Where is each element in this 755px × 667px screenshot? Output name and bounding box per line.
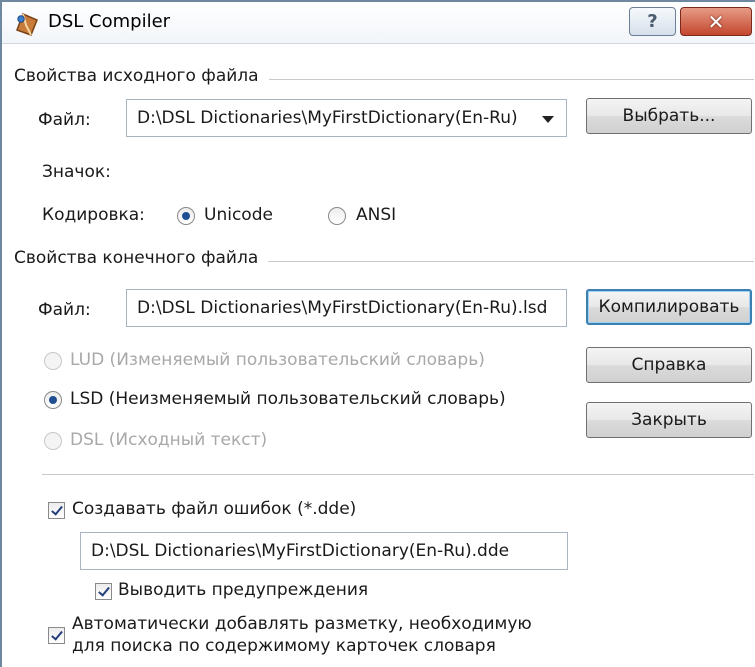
- window-title: DSL Compiler: [48, 11, 171, 32]
- help-icon: ?: [647, 11, 658, 32]
- close-button[interactable]: Закрыть: [586, 402, 752, 438]
- encoding-ansi-radio[interactable]: [328, 207, 346, 225]
- warnings-label[interactable]: Выводить предупреждения: [118, 580, 368, 600]
- format-lud-radio[interactable]: [44, 352, 62, 370]
- target-file-value: D:\DSL Dictionaries\MyFirstDictionary(En…: [137, 298, 548, 318]
- source-group-title: Свойства исходного файла: [14, 66, 269, 86]
- encoding-label: Кодировка:: [42, 205, 145, 225]
- browse-button[interactable]: Выбрать...: [586, 98, 752, 134]
- source-file-combobox[interactable]: D:\DSL Dictionaries\MyFirstDictionary(En…: [126, 99, 567, 137]
- create-errors-checkbox[interactable]: [48, 502, 65, 519]
- separator: [42, 474, 754, 475]
- help-title-button[interactable]: ?: [629, 7, 676, 36]
- source-file-label: Файл:: [38, 110, 91, 130]
- format-lud-label: LUD (Изменяемый пользовательский словарь…: [70, 350, 485, 370]
- compile-button[interactable]: Компилировать: [586, 289, 752, 325]
- format-dsl-radio[interactable]: [44, 432, 62, 450]
- close-title-button[interactable]: ✕: [680, 7, 752, 36]
- markup-checkbox[interactable]: [48, 627, 65, 644]
- icon-label: Значок:: [42, 162, 111, 182]
- encoding-unicode-label[interactable]: Unicode: [204, 205, 273, 225]
- encoding-ansi-label[interactable]: ANSI: [356, 205, 396, 225]
- chevron-down-icon[interactable]: [542, 116, 554, 123]
- warnings-checkbox[interactable]: [95, 583, 112, 600]
- title-bar[interactable]: DSL Compiler ? ✕: [2, 2, 755, 44]
- target-group-title: Свойства конечного файла: [14, 248, 269, 268]
- encoding-unicode-radio[interactable]: [177, 207, 195, 225]
- dsl-compiler-window: DSL Compiler ? ✕ Свойства исходного файл…: [0, 0, 755, 667]
- errors-file-value: D:\DSL Dictionaries\MyFirstDictionary(En…: [91, 541, 510, 561]
- help-button[interactable]: Справка: [586, 347, 752, 383]
- format-lsd-radio[interactable]: [44, 391, 62, 409]
- target-file-label: Файл:: [38, 300, 91, 320]
- create-errors-label[interactable]: Создавать файл ошибок (*.dde): [72, 499, 356, 519]
- format-dsl-label: DSL (Исходный текст): [70, 430, 268, 450]
- format-lsd-label[interactable]: LSD (Неизменяемый пользовательский слова…: [70, 389, 506, 409]
- markup-label-line1[interactable]: Автоматически добавлять разметку, необхо…: [72, 614, 532, 634]
- errors-file-field[interactable]: D:\DSL Dictionaries\MyFirstDictionary(En…: [80, 532, 568, 570]
- app-icon: [16, 13, 38, 36]
- target-file-field[interactable]: D:\DSL Dictionaries\MyFirstDictionary(En…: [126, 289, 567, 327]
- markup-label-line2[interactable]: для поиска по содержимому карточек слова…: [72, 636, 496, 656]
- close-icon: ✕: [707, 10, 725, 34]
- source-file-value: D:\DSL Dictionaries\MyFirstDictionary(En…: [137, 108, 518, 128]
